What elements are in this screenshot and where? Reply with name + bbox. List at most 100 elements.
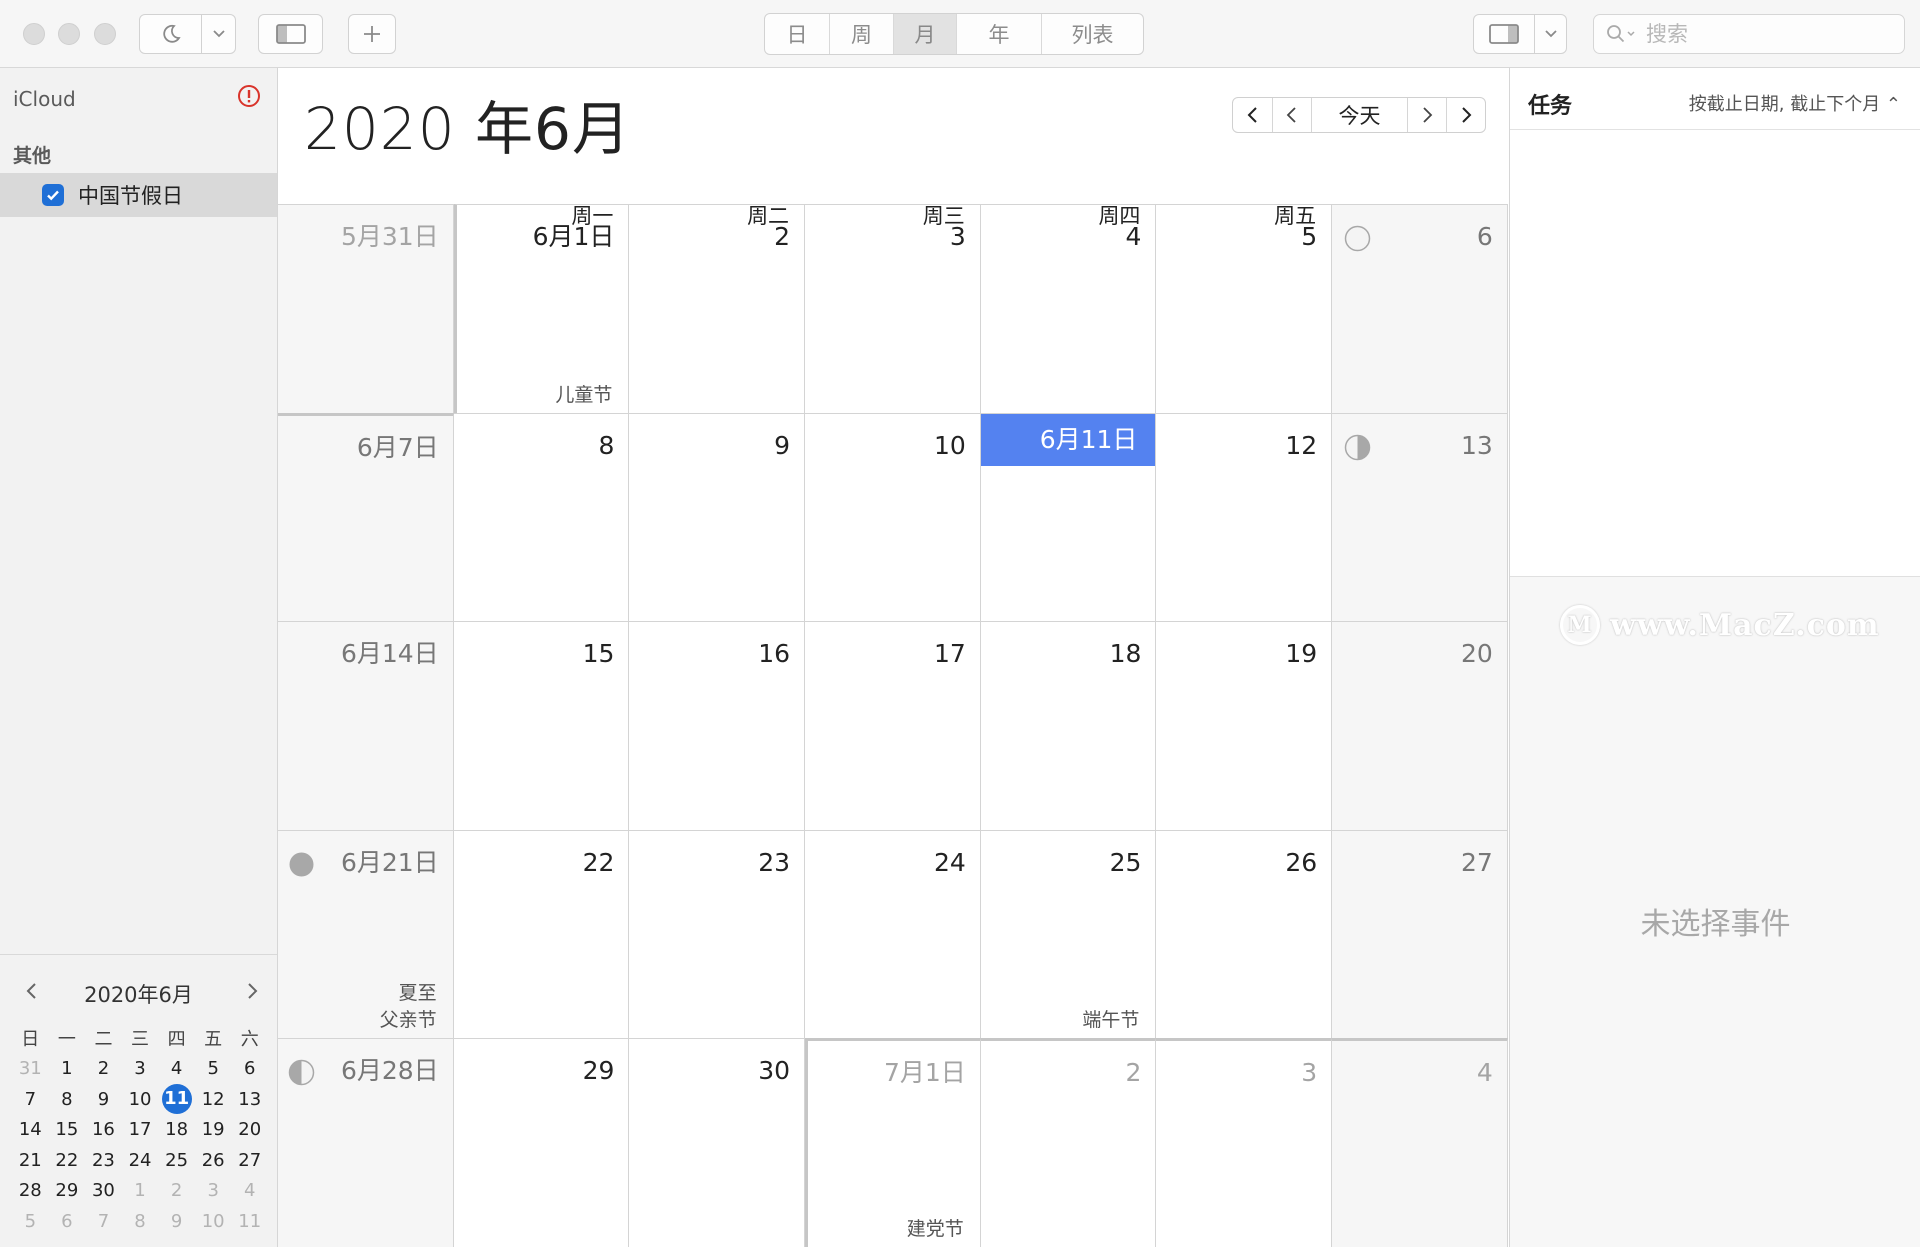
mini-day[interactable]: 7	[85, 1211, 122, 1232]
mini-day[interactable]: 15	[49, 1119, 86, 1140]
mini-day[interactable]: 12	[195, 1089, 232, 1110]
mini-day[interactable]: 17	[122, 1119, 159, 1140]
inspector-toggle-icon[interactable]	[1474, 15, 1534, 53]
day-cell[interactable]: 5月31日	[278, 204, 454, 413]
next-year-button[interactable]	[1446, 98, 1485, 132]
moon-icon[interactable]	[140, 15, 201, 53]
day-cell[interactable]: 25 端午节	[980, 829, 1157, 1039]
mini-day[interactable]: 1	[122, 1180, 159, 1201]
mini-day[interactable]: 20	[231, 1119, 268, 1140]
add-event-button[interactable]	[348, 14, 396, 54]
day-cell[interactable]: 30	[629, 1038, 806, 1247]
day-cell[interactable]: 3	[1156, 1038, 1333, 1247]
mini-day[interactable]: 5	[195, 1058, 232, 1079]
previous-year-button[interactable]	[1233, 98, 1272, 132]
day-cell[interactable]: 3	[805, 204, 981, 413]
view-year-tab[interactable]: 年	[956, 14, 1041, 54]
holiday-label[interactable]: 父亲节	[380, 1005, 437, 1032]
mini-day[interactable]: 26	[195, 1150, 232, 1171]
day-cell-today[interactable]: 6月11日	[980, 412, 1157, 622]
day-cell[interactable]: 6月21日 夏至 父亲节	[278, 829, 454, 1039]
day-cell[interactable]: 7月1日 建党节	[805, 1038, 981, 1247]
mini-day[interactable]: 21	[12, 1150, 49, 1171]
checkbox[interactable]	[42, 184, 64, 206]
chevron-down-icon[interactable]	[1534, 15, 1566, 53]
calendar-item-holidays[interactable]: 中国节假日	[0, 173, 277, 217]
day-cell[interactable]: 6	[1332, 204, 1508, 413]
mini-day[interactable]: 4	[231, 1180, 268, 1201]
holiday-label[interactable]: 夏至	[399, 978, 437, 1005]
mini-day-today[interactable]: 11	[161, 1084, 192, 1115]
mini-day[interactable]: 6	[49, 1211, 86, 1232]
alert-icon[interactable]	[237, 84, 261, 108]
view-list-tab[interactable]: 列表	[1041, 14, 1143, 54]
view-day-tab[interactable]: 日	[765, 14, 829, 54]
mini-day[interactable]: 18	[158, 1119, 195, 1140]
day-cell[interactable]: 20	[1332, 621, 1508, 830]
today-button[interactable]: 今天	[1311, 98, 1407, 132]
day-cell[interactable]: 13	[1332, 412, 1508, 622]
mini-day[interactable]: 9	[158, 1211, 195, 1232]
day-cell[interactable]: 4	[980, 204, 1157, 413]
mini-day[interactable]: 23	[85, 1150, 122, 1171]
day-cell[interactable]: 22	[453, 829, 630, 1039]
mini-day[interactable]: 25	[158, 1150, 195, 1171]
day-cell[interactable]: 26	[1156, 829, 1333, 1039]
day-cell[interactable]: 10	[805, 412, 981, 622]
day-cell[interactable]: 5	[1156, 204, 1333, 413]
day-cell[interactable]: 19	[1156, 621, 1333, 830]
day-cell[interactable]: 17	[805, 621, 981, 830]
day-cell[interactable]: 4	[1332, 1038, 1508, 1247]
chevron-right-icon[interactable]	[242, 979, 262, 1003]
minimize-window-button[interactable]	[58, 23, 80, 45]
mini-day[interactable]: 8	[122, 1211, 159, 1232]
day-cell[interactable]: 8	[453, 412, 630, 622]
mini-day[interactable]: 1	[49, 1058, 86, 1079]
mini-day[interactable]: 16	[85, 1119, 122, 1140]
mini-day[interactable]: 27	[231, 1150, 268, 1171]
day-cell[interactable]: 2	[629, 204, 806, 413]
mini-day[interactable]: 28	[12, 1180, 49, 1201]
day-cell[interactable]: 6月14日	[278, 621, 454, 830]
day-cell[interactable]: 6月7日	[278, 412, 454, 622]
mini-day[interactable]: 3	[122, 1058, 159, 1079]
day-cell[interactable]: 12	[1156, 412, 1333, 622]
mini-day[interactable]: 10	[195, 1211, 232, 1232]
next-month-button[interactable]	[1407, 98, 1446, 132]
day-cell[interactable]: 27	[1332, 829, 1508, 1039]
mini-day[interactable]: 7	[12, 1089, 49, 1110]
day-cell[interactable]: 15	[453, 621, 630, 830]
day-cell[interactable]: 18	[980, 621, 1157, 830]
day-cell[interactable]: 6月28日	[278, 1038, 454, 1247]
mini-day[interactable]: 11	[231, 1211, 268, 1232]
mini-day[interactable]: 24	[122, 1150, 159, 1171]
search-field[interactable]	[1593, 14, 1905, 54]
close-window-button[interactable]	[23, 23, 45, 45]
view-month-tab[interactable]: 月	[893, 14, 956, 54]
day-cell[interactable]: 23	[629, 829, 806, 1039]
mini-day[interactable]: 31	[12, 1058, 49, 1079]
mini-day[interactable]: 13	[231, 1089, 268, 1110]
mini-day[interactable]: 8	[49, 1089, 86, 1110]
mini-day[interactable]: 22	[49, 1150, 86, 1171]
search-input[interactable]	[1646, 22, 1886, 46]
sidebar-toggle-button[interactable]	[258, 14, 323, 54]
view-week-tab[interactable]: 周	[829, 14, 893, 54]
holiday-label[interactable]: 儿童节	[555, 380, 612, 407]
mini-day[interactable]: 6	[231, 1058, 268, 1079]
mini-day[interactable]: 9	[85, 1089, 122, 1110]
day-cell[interactable]: 2	[980, 1038, 1157, 1247]
mini-day[interactable]: 3	[195, 1180, 232, 1201]
mini-day[interactable]: 10	[122, 1089, 159, 1110]
mini-day[interactable]: 29	[49, 1180, 86, 1201]
day-cell[interactable]: 16	[629, 621, 806, 830]
mini-day[interactable]: 14	[12, 1119, 49, 1140]
mini-day[interactable]: 19	[195, 1119, 232, 1140]
chevron-down-icon[interactable]	[201, 15, 235, 53]
holiday-label[interactable]: 建党节	[907, 1214, 964, 1241]
day-cell[interactable]: 24	[805, 829, 981, 1039]
mini-day[interactable]: 4	[158, 1058, 195, 1079]
tasks-sort-menu[interactable]: 按截止日期, 截止下个月 ⌃	[1689, 90, 1901, 116]
mini-day[interactable]: 5	[12, 1211, 49, 1232]
mini-day[interactable]: 30	[85, 1180, 122, 1201]
